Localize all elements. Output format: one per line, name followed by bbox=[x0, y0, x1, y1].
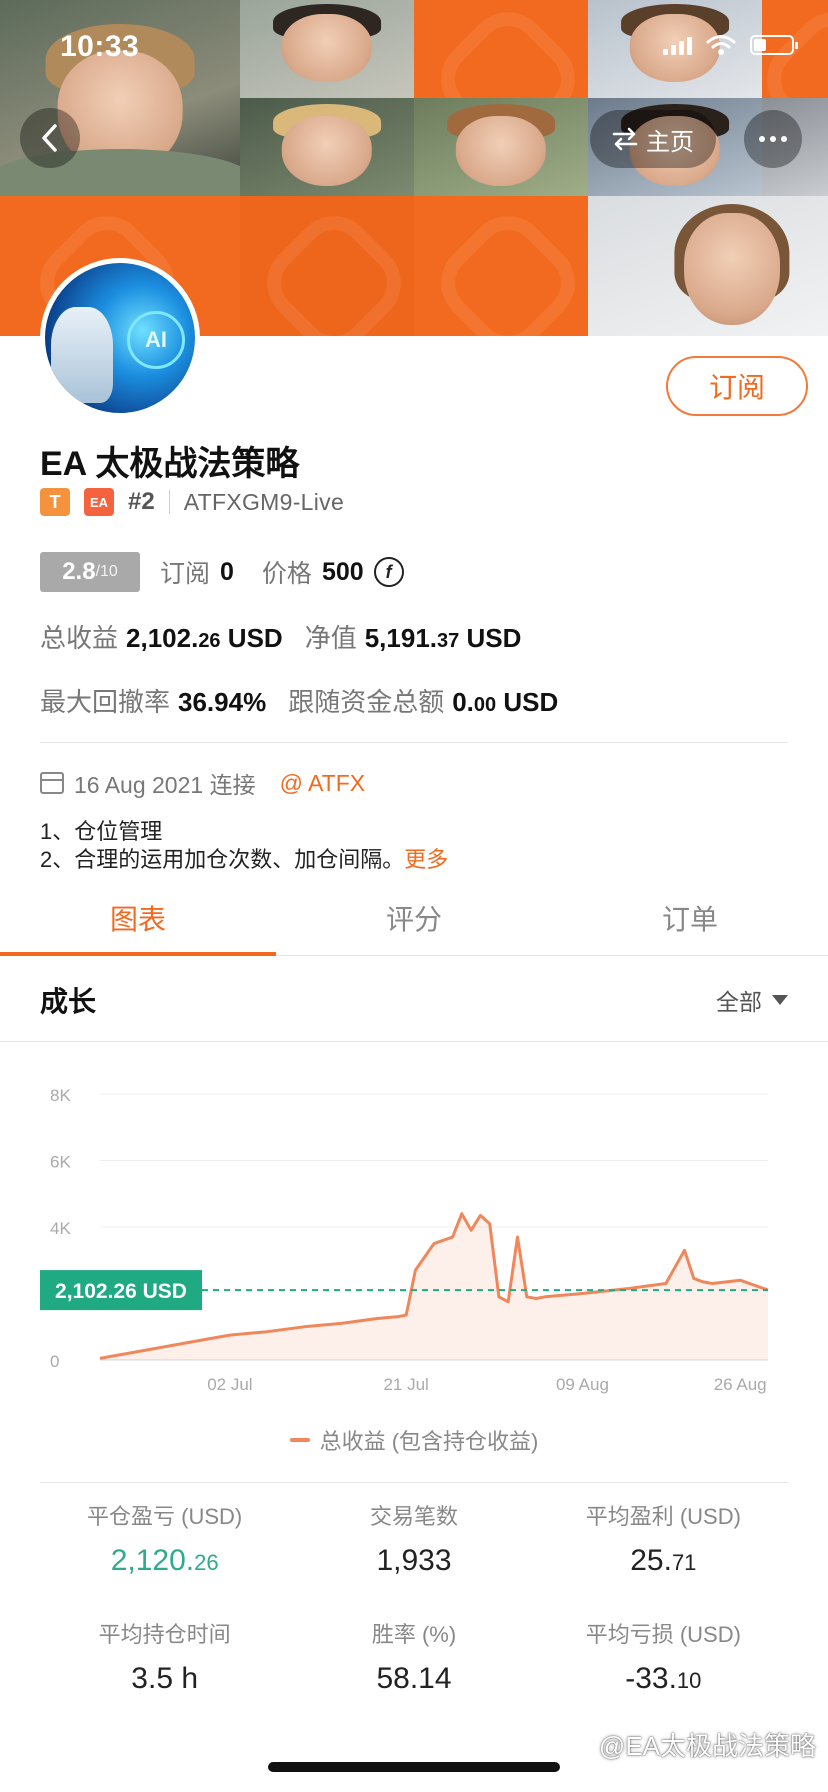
description: 1、仓位管理 2、合理的运用加仓次数、加仓间隔。更多 bbox=[40, 818, 448, 874]
max-drawdown-label: 最大回撤率 bbox=[40, 687, 171, 717]
stat-avg-loss: 平均亏损 (USD) -33.10 bbox=[585, 1622, 741, 1695]
avatar: AI bbox=[40, 258, 200, 418]
follow-funds-value: 0.00 USD bbox=[452, 687, 559, 717]
price-value: 500 bbox=[321, 557, 364, 586]
banner-tile bbox=[414, 0, 588, 98]
filter-label: 全部 bbox=[716, 988, 762, 1015]
net-value: 5,191.37 USD bbox=[364, 623, 522, 653]
y-tick-label: 6K bbox=[50, 1153, 71, 1172]
divider bbox=[40, 1482, 788, 1483]
growth-chart: 0 4K 6K 8K 02 Jul 21 Jul 09 Aug 26 Aug 2,102.26 … bbox=[40, 1086, 769, 1394]
section-title: 成长 bbox=[40, 985, 97, 1017]
y-tick-label: 8K bbox=[50, 1086, 71, 1105]
total-profit-value: 2,102.26 USD bbox=[126, 623, 283, 653]
legend-label: 总收益 (包含持仓收益) bbox=[319, 1429, 539, 1454]
battery-icon bbox=[750, 35, 798, 55]
more-button[interactable] bbox=[744, 110, 802, 168]
chevron-left-icon bbox=[42, 124, 57, 152]
drawdown-row: 最大回撤率 36.94% 跟随资金总额 0.00 USD bbox=[40, 682, 558, 719]
growth-section-header: 成长 全部 bbox=[0, 958, 828, 1042]
home-button[interactable]: 主页 bbox=[590, 110, 716, 168]
stat-closed-pnl: 平仓盈亏 (USD) 2,120.26 bbox=[87, 1504, 243, 1577]
current-value-label: 2,102.26 USD bbox=[55, 1280, 187, 1303]
max-drawdown-value: 36.94% bbox=[178, 687, 267, 717]
badge-row: T EA #2 ATFXGM9-Live bbox=[40, 488, 344, 516]
swap-icon bbox=[612, 127, 638, 151]
status-icons bbox=[663, 34, 798, 56]
tab-bar: 图表 评分 订单 bbox=[0, 880, 828, 956]
x-tick-label: 02 Jul bbox=[207, 1375, 252, 1394]
wifi-icon bbox=[706, 35, 736, 55]
connect-date: 16 Aug 2021 连接 bbox=[74, 772, 256, 798]
broker-link[interactable]: @ ATFX bbox=[280, 770, 366, 797]
banner-photo bbox=[588, 196, 828, 336]
home-indicator bbox=[268, 1762, 560, 1772]
stats-grid: 平仓盈亏 (USD) 2,120.26 交易笔数 1,933 平均盈利 (USD… bbox=[40, 1500, 788, 1696]
back-button[interactable] bbox=[20, 108, 80, 168]
y-tick-label: 0 bbox=[50, 1352, 59, 1371]
total-profit-label: 总收益 bbox=[40, 623, 119, 653]
follow-funds-label: 跟随资金总额 bbox=[288, 687, 445, 717]
banner-tile bbox=[240, 196, 414, 336]
tab-chart[interactable]: 图表 bbox=[0, 880, 276, 956]
rating-badge[interactable]: 2.8/10 bbox=[40, 552, 140, 592]
watermark: @EA太极战法策略 bbox=[598, 1731, 816, 1761]
x-tick-label: 09 Aug bbox=[556, 1375, 609, 1394]
connection-row: 16 Aug 2021 连接 @ ATFX bbox=[40, 766, 365, 800]
subscribe-count: 0 bbox=[220, 557, 234, 586]
trader-badge: T bbox=[40, 488, 70, 516]
avatar-ai-text: AI bbox=[127, 311, 185, 369]
stat-trade-count: 交易笔数 1,933 bbox=[369, 1504, 458, 1577]
rating-row: 2.8/10 订阅 0 价格 500 f bbox=[40, 552, 404, 592]
subscribe-count-label: 订阅 bbox=[160, 560, 211, 588]
stat-avg-hold-time: 平均持仓时间 3.5 h bbox=[98, 1622, 231, 1695]
status-time: 10:33 bbox=[60, 30, 140, 63]
coin-icon: f bbox=[373, 557, 404, 587]
rating-max: /10 bbox=[95, 563, 118, 580]
description-line: 2、合理的运用加仓次数、加仓间隔。更多 bbox=[40, 847, 449, 872]
ea-badge: EA bbox=[84, 488, 114, 516]
range-filter[interactable]: 全部 bbox=[716, 983, 788, 1017]
banner-tile bbox=[414, 196, 588, 336]
x-tick-label: 21 Jul bbox=[383, 1375, 428, 1394]
caret-down-icon bbox=[772, 994, 788, 1005]
home-label: 主页 bbox=[646, 128, 694, 156]
stat-avg-profit: 平均盈利 (USD) 25.71 bbox=[585, 1504, 741, 1577]
y-tick-label: 4K bbox=[50, 1219, 71, 1238]
chart-legend: 总收益 (包含持仓收益) bbox=[0, 1424, 828, 1456]
stat-win-rate: 胜率 (%) 58.14 bbox=[371, 1622, 457, 1695]
more-link[interactable]: 更多 bbox=[404, 847, 448, 872]
subscribe-button[interactable]: 订阅 bbox=[666, 356, 808, 416]
banner-photo bbox=[240, 0, 414, 98]
description-line: 1、仓位管理 bbox=[40, 819, 163, 844]
rating-value: 2.8 bbox=[62, 558, 96, 585]
signal-icon bbox=[663, 35, 692, 55]
tab-orders[interactable]: 订单 bbox=[552, 880, 828, 955]
strategy-title: EA 太极战法策略 bbox=[40, 445, 300, 483]
profit-row: 总收益 2,102.26 USD 净值 5,191.37 USD bbox=[40, 618, 521, 655]
tab-rating[interactable]: 评分 bbox=[276, 880, 552, 955]
divider bbox=[40, 742, 788, 743]
banner-photo bbox=[414, 98, 588, 196]
divider bbox=[168, 490, 170, 514]
x-tick-label: 26 Aug bbox=[714, 1375, 767, 1394]
legend-swatch bbox=[289, 1438, 310, 1442]
robot-graphic bbox=[51, 307, 113, 403]
rank: #2 bbox=[128, 488, 155, 515]
net-value-label: 净值 bbox=[304, 623, 357, 653]
banner-photo bbox=[240, 98, 414, 196]
account-id: ATFXGM9-Live bbox=[183, 488, 345, 515]
price-label: 价格 bbox=[261, 560, 312, 588]
calendar-icon bbox=[40, 772, 64, 794]
